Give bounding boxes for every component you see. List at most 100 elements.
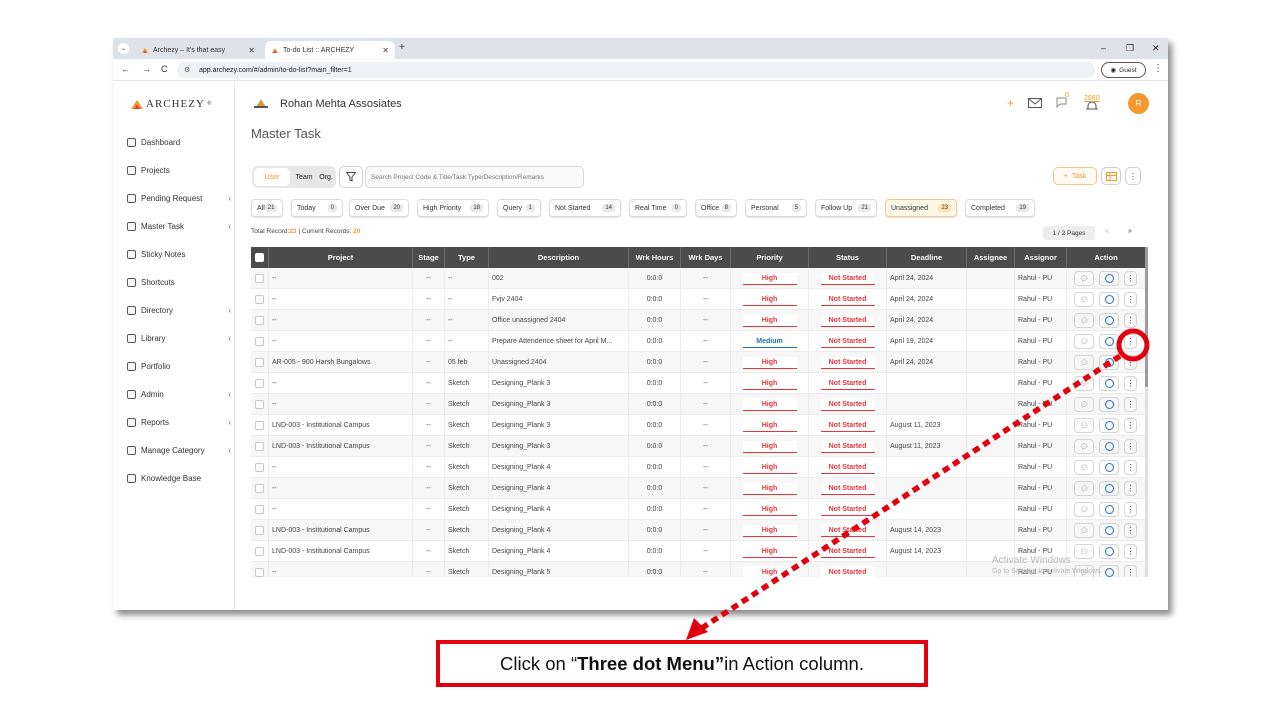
table-row[interactable]: LND-003 - Institutional Campus -- Sketch De… bbox=[251, 520, 1146, 541]
close-icon[interactable]: ✕ bbox=[382, 46, 389, 55]
filter-chip-not-started[interactable]: Not Started 14 bbox=[549, 199, 621, 217]
comment-icon[interactable]: 💬︎ bbox=[1074, 397, 1094, 412]
column-header-priority[interactable]: Priority bbox=[731, 247, 809, 268]
column-header-status[interactable]: Status bbox=[809, 247, 887, 268]
filter-chip-high-priority[interactable]: High Priority 18 bbox=[417, 199, 489, 217]
add-task-button[interactable]: + Task bbox=[1053, 167, 1097, 185]
minimize-icon[interactable]: – bbox=[1101, 43, 1106, 53]
sidebar-item-reports[interactable]: Reports ‹ bbox=[127, 415, 231, 429]
new-tab-icon[interactable]: + bbox=[399, 42, 405, 53]
sidebar-item-shortcuts[interactable]: Shortcuts bbox=[127, 275, 227, 289]
table-row[interactable]: -- -- Sketch Designing_Plank 4 0:0:0 -- High No… bbox=[251, 499, 1146, 520]
prev-page-button[interactable]: « bbox=[1105, 228, 1109, 235]
three-dot-menu-icon[interactable]: ⋮ bbox=[1124, 313, 1137, 328]
comment-icon[interactable]: 💬︎ bbox=[1074, 313, 1094, 328]
row-checkbox[interactable] bbox=[255, 568, 264, 577]
maximize-icon[interactable]: ❐ bbox=[1126, 43, 1134, 54]
table-row[interactable]: -- -- -- 002 0:0:0 -- High Not Started April 24,… bbox=[251, 268, 1146, 289]
comment-icon[interactable]: 💬︎ bbox=[1074, 481, 1094, 496]
comment-icon[interactable]: 💬︎ bbox=[1074, 439, 1094, 454]
row-checkbox[interactable] bbox=[255, 526, 264, 535]
select-all-checkbox[interactable] bbox=[255, 253, 264, 262]
three-dot-menu-icon[interactable]: ⋮ bbox=[1124, 439, 1137, 454]
row-checkbox[interactable] bbox=[255, 379, 264, 388]
avatar[interactable]: R bbox=[1128, 93, 1149, 114]
search-input[interactable] bbox=[365, 166, 584, 188]
row-checkbox[interactable] bbox=[255, 295, 264, 304]
column-header-assignee[interactable]: Assignee bbox=[967, 247, 1015, 268]
url-field[interactable]: ⚙ app.archezy.com/#/admin/to-do-list?mai… bbox=[177, 62, 1095, 78]
table-row[interactable]: -- -- Sketch Designing_Plank 4 0:0:0 -- High No… bbox=[251, 478, 1146, 499]
scope-user-button[interactable]: User bbox=[254, 168, 290, 186]
column-header-stage[interactable]: Stage bbox=[413, 247, 445, 268]
three-dot-menu-icon[interactable]: ⋮ bbox=[1124, 271, 1137, 286]
row-checkbox[interactable] bbox=[255, 442, 264, 451]
filter-chip-all[interactable]: All 21 bbox=[251, 199, 283, 217]
filter-chip-over-due[interactable]: Over Due 20 bbox=[349, 199, 409, 217]
filter-button[interactable] bbox=[339, 166, 363, 188]
filter-chip-completed[interactable]: Completed 19 bbox=[965, 199, 1035, 217]
comment-icon[interactable]: 💬︎ bbox=[1074, 334, 1094, 349]
table-row[interactable]: -- -- -- Fvjv 2404 0:0:0 -- High Not Started Apr… bbox=[251, 289, 1146, 310]
row-checkbox[interactable] bbox=[255, 505, 264, 514]
more-options-button[interactable]: ⋮ bbox=[1125, 167, 1141, 185]
sidebar-item-projects[interactable]: Projects bbox=[127, 163, 227, 177]
clock-icon[interactable] bbox=[1099, 481, 1119, 496]
filter-chip-unassigned[interactable]: Unassigned 23 bbox=[885, 199, 957, 217]
next-page-button[interactable]: » bbox=[1128, 228, 1132, 235]
tab-todo-list[interactable]: To-do List :: ARCHEZY ✕ bbox=[265, 41, 395, 59]
comment-icon[interactable]: 💬︎ bbox=[1074, 418, 1094, 433]
row-checkbox[interactable] bbox=[255, 400, 264, 409]
column-header-type[interactable]: Type bbox=[445, 247, 489, 268]
row-checkbox[interactable] bbox=[255, 337, 264, 346]
three-dot-menu-icon[interactable]: ⋮ bbox=[1124, 460, 1137, 475]
comment-icon[interactable]: 💬︎ bbox=[1074, 271, 1094, 286]
filter-chip-follow-up[interactable]: Follow Up 21 bbox=[815, 199, 877, 217]
column-header-wrk-hours[interactable]: Wrk Hours bbox=[629, 247, 681, 268]
clock-icon[interactable] bbox=[1099, 460, 1119, 475]
sidebar-item-library[interactable]: Library ‹ bbox=[127, 331, 231, 345]
comment-icon[interactable]: 💬︎ bbox=[1074, 355, 1094, 370]
browser-menu-icon[interactable]: ⋮ bbox=[1153, 63, 1163, 74]
row-checkbox[interactable] bbox=[255, 484, 264, 493]
comment-icon[interactable]: 💬︎ bbox=[1074, 523, 1094, 538]
three-dot-menu-icon[interactable]: ⋮ bbox=[1124, 481, 1137, 496]
column-header-wrk-days[interactable]: Wrk Days bbox=[681, 247, 731, 268]
sidebar-item-manage-category[interactable]: Manage Category ‹ bbox=[127, 443, 231, 457]
table-row[interactable]: LND-003 - Institutional Campus -- Sketch De… bbox=[251, 436, 1146, 457]
table-scrollbar[interactable] bbox=[1145, 247, 1148, 577]
clock-icon[interactable] bbox=[1099, 439, 1119, 454]
table-row[interactable]: -- -- -- Office unassigned 2404 0:0:0 -- High N… bbox=[251, 310, 1146, 331]
three-dot-menu-icon[interactable]: ⋮ bbox=[1124, 397, 1137, 412]
sidebar-item-dashboard[interactable]: Dashboard bbox=[127, 135, 227, 149]
row-checkbox[interactable] bbox=[255, 421, 264, 430]
column-header-assignor[interactable]: Assignor bbox=[1015, 247, 1067, 268]
comment-icon[interactable]: 💬︎ bbox=[1074, 460, 1094, 475]
forward-icon[interactable]: → bbox=[142, 64, 151, 74]
row-checkbox[interactable] bbox=[255, 274, 264, 283]
row-checkbox[interactable] bbox=[255, 547, 264, 556]
sidebar-item-sticky-notes[interactable]: Sticky Notes bbox=[127, 247, 227, 261]
column-settings-button[interactable] bbox=[1101, 167, 1121, 185]
three-dot-menu-icon[interactable]: ⋮ bbox=[1124, 292, 1137, 307]
back-icon[interactable]: ← bbox=[121, 64, 130, 74]
column-header-description[interactable]: Description bbox=[489, 247, 629, 268]
clock-icon[interactable] bbox=[1099, 334, 1119, 349]
table-row[interactable]: -- -- -- Prepare Attendence sheet for April… bbox=[251, 331, 1146, 352]
sidebar-item-admin[interactable]: Admin ‹ bbox=[127, 387, 231, 401]
three-dot-menu-icon[interactable]: ⋮ bbox=[1124, 334, 1137, 349]
clock-icon[interactable] bbox=[1099, 313, 1119, 328]
reload-icon[interactable]: C bbox=[161, 64, 168, 74]
year-badge[interactable]: 2080 bbox=[1084, 95, 1100, 111]
three-dot-menu-icon[interactable]: ⋮ bbox=[1124, 544, 1137, 559]
three-dot-menu-icon[interactable]: ⋮ bbox=[1124, 418, 1137, 433]
row-checkbox[interactable] bbox=[255, 316, 264, 325]
sidebar-item-knowledge-base[interactable]: Knowledge Base bbox=[127, 471, 227, 485]
add-icon[interactable]: + bbox=[1007, 96, 1014, 110]
comment-icon[interactable]: 💬︎ bbox=[1074, 376, 1094, 391]
three-dot-menu-icon[interactable]: ⋮ bbox=[1124, 565, 1137, 577]
scope-team-button[interactable]: Team bbox=[292, 168, 316, 186]
site-settings-icon[interactable]: ⚙ bbox=[184, 66, 190, 74]
table-row[interactable]: -- -- Sketch Designing_Plank 3 0:0:0 -- High No… bbox=[251, 394, 1146, 415]
comment-icon[interactable]: 💬︎ bbox=[1074, 292, 1094, 307]
